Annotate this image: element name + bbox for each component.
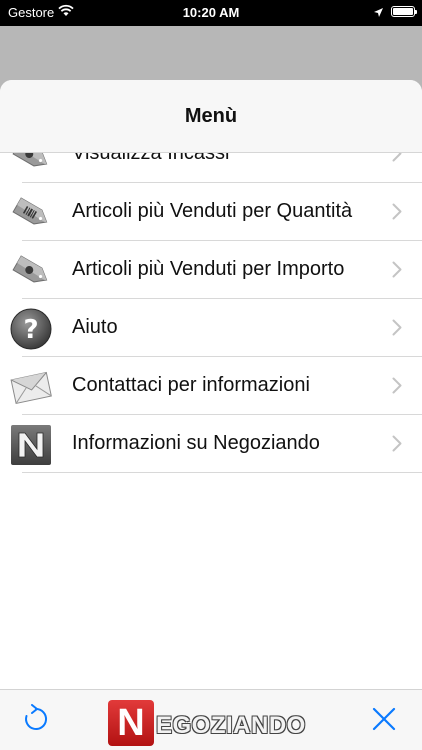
menu-item-informazioni-negoziando[interactable]: Informazioni su Negoziando [0,415,422,473]
sheet-header: Menù [0,80,422,153]
menu-item-label: Informazioni su Negoziando [72,432,320,454]
refresh-icon[interactable] [22,704,50,739]
price-tag-icon [9,249,53,293]
separator [22,472,422,473]
menu-item-label: Articoli più Venduti per Importo [72,258,345,280]
page-title: Menù [184,105,238,127]
chevron-right-icon [392,377,402,399]
menu-list: Visualizza Incassi Articoli più Venduti … [0,125,422,473]
menu-item-label: Articoli più Venduti per Quantità [72,200,353,222]
svg-text:?: ? [23,315,38,345]
clock: 10:20 AM [182,5,240,20]
negoziando-logo: N EGOZIANDO [108,700,318,746]
price-tag-barcode-icon [9,191,53,235]
menu-item-articoli-importo[interactable]: Articoli più Venduti per Importo [0,241,422,299]
logo-text: EGOZIANDO [156,712,306,739]
status-bar: Gestore 10:20 AM [0,0,422,26]
menu-sheet: Menù Visualizza Incassi Articoli più Ven… [0,80,422,750]
help-icon: ? [9,307,53,351]
negoziando-n-icon [9,423,53,467]
menu-item-label: Aiuto [72,316,118,338]
menu-item-articoli-quantita[interactable]: Articoli più Venduti per Quantità [0,183,422,241]
close-icon[interactable] [371,706,397,737]
chevron-right-icon [392,319,402,341]
chevron-right-icon [392,203,402,225]
bottom-toolbar: N EGOZIANDO [0,689,422,750]
location-arrow-icon [373,6,384,21]
chevron-right-icon [392,261,402,283]
battery-icon [391,6,417,17]
menu-item-contattaci[interactable]: Contattaci per informazioni [0,357,422,415]
logo-initial: N [108,700,154,746]
envelope-icon [9,365,53,409]
menu-item-label: Contattaci per informazioni [72,374,310,396]
menu-item-aiuto[interactable]: ? Aiuto [0,299,422,357]
chevron-right-icon [392,435,402,457]
